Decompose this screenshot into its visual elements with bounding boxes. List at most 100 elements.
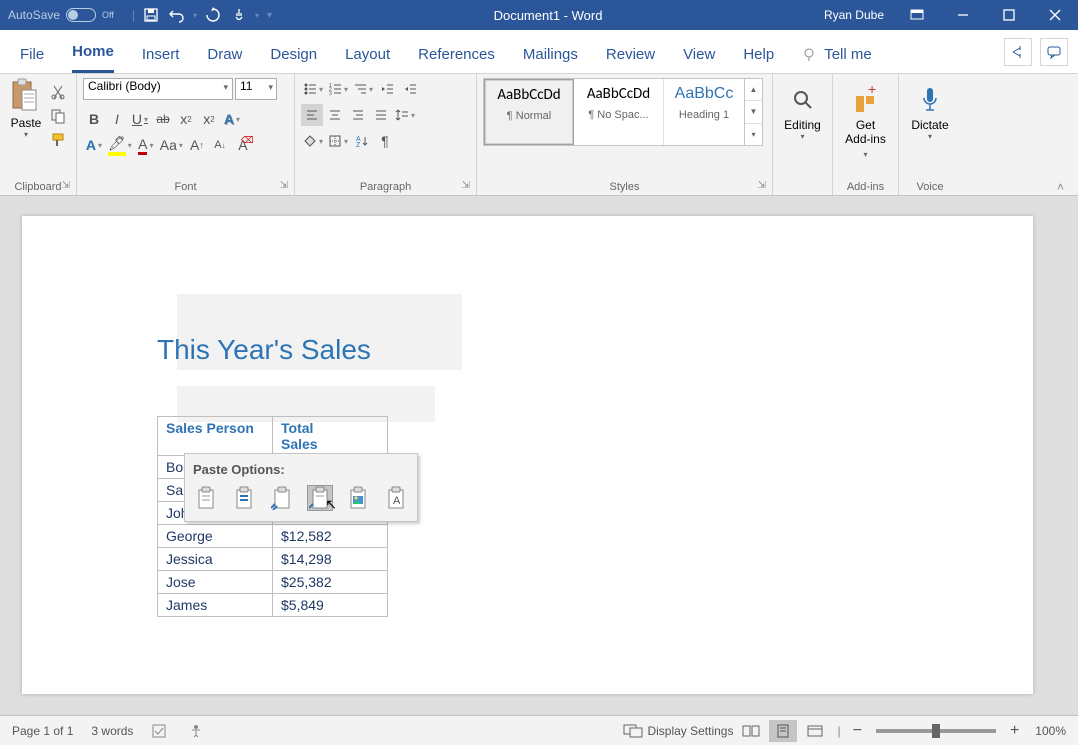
document-area[interactable]: This Year's Sales Sales Person TotalSale… <box>0 196 1078 715</box>
paragraph-launcher[interactable]: ⇲ <box>462 180 470 191</box>
zoom-out-button[interactable]: − <box>849 722 866 740</box>
subscript-button[interactable]: x2 <box>175 108 197 130</box>
numbering-button[interactable]: 123 <box>326 78 350 100</box>
font-launcher[interactable]: ⇲ <box>280 180 288 191</box>
align-left-button[interactable] <box>301 104 323 126</box>
align-center-button[interactable] <box>324 104 346 126</box>
styles-launcher[interactable]: ⇲ <box>758 180 766 191</box>
tell-me-search[interactable]: Tell me <box>802 36 872 73</box>
tab-layout[interactable]: Layout <box>345 36 390 73</box>
show-hide-button[interactable]: ¶ <box>374 130 396 152</box>
maximize-button[interactable] <box>986 0 1032 30</box>
page[interactable]: This Year's Sales Sales Person TotalSale… <box>22 216 1033 694</box>
text-effects-button[interactable]: A <box>221 108 243 130</box>
paste-button[interactable]: Paste ▾ <box>6 78 46 139</box>
shrink-font-button[interactable]: A↓ <box>209 134 231 156</box>
align-right-button[interactable] <box>347 104 369 126</box>
quick-access-toolbar: | ▾ ▾ ▾ <box>122 3 282 27</box>
paste-link-use-destination-button[interactable]: ↖ <box>307 485 333 511</box>
bold-button[interactable]: B <box>83 108 105 130</box>
redo-button[interactable] <box>201 3 225 27</box>
collapse-ribbon-button[interactable]: ˄ <box>1057 180 1064 705</box>
spellcheck-button[interactable] <box>151 723 169 739</box>
accessibility-button[interactable] <box>187 723 205 739</box>
user-name[interactable]: Ryan Dube <box>814 8 894 22</box>
styles-more-button[interactable]: ▾ <box>745 124 762 145</box>
comments-button[interactable] <box>1040 38 1068 66</box>
svg-text:Z: Z <box>356 142 361 148</box>
save-button[interactable] <box>139 3 163 27</box>
shading-button[interactable] <box>301 130 325 152</box>
line-spacing-button[interactable] <box>393 104 417 126</box>
tab-file[interactable]: File <box>20 36 44 73</box>
clipboard-launcher[interactable]: ⇲ <box>62 180 70 191</box>
editing-button[interactable]: Editing ▾ <box>779 78 826 145</box>
paste-link-keep-source-button[interactable] <box>269 485 295 511</box>
tab-references[interactable]: References <box>418 36 495 73</box>
superscript-button[interactable]: x2 <box>198 108 220 130</box>
ribbon-display-button[interactable] <box>894 0 940 30</box>
tab-draw[interactable]: Draw <box>207 36 242 73</box>
borders-button[interactable] <box>326 130 350 152</box>
paste-text-only-button[interactable]: A <box>383 485 409 511</box>
table-header[interactable]: Sales Person <box>158 417 273 456</box>
tab-mailings[interactable]: Mailings <box>523 36 578 73</box>
print-layout-button[interactable] <box>769 720 797 742</box>
increase-indent-button[interactable] <box>399 78 421 100</box>
underline-button[interactable]: U <box>129 108 151 130</box>
paste-keep-source-button[interactable] <box>193 485 219 511</box>
multilevel-list-button[interactable] <box>351 78 375 100</box>
style-heading1[interactable]: AaBbCc Heading 1 <box>664 79 744 145</box>
tab-home[interactable]: Home <box>72 33 114 73</box>
italic-button[interactable]: I <box>106 108 128 130</box>
highlight-button[interactable]: 🖊 <box>106 134 134 156</box>
format-painter-button[interactable] <box>48 130 68 150</box>
tab-design[interactable]: Design <box>270 36 317 73</box>
cut-button[interactable] <box>48 82 68 102</box>
display-settings-button[interactable]: Display Settings <box>623 724 733 738</box>
zoom-slider[interactable] <box>876 729 996 733</box>
web-layout-button[interactable] <box>801 720 829 742</box>
styles-down-button[interactable]: ▼ <box>745 101 762 123</box>
minimize-button[interactable] <box>940 0 986 30</box>
font-size-combo[interactable]: 11▾ <box>235 78 277 100</box>
font-color-button[interactable]: A <box>135 134 157 156</box>
strikethrough-button[interactable]: ab <box>152 108 174 130</box>
style-normal[interactable]: AaBbCcDd ¶ Normal <box>484 79 574 145</box>
title-bar: AutoSave Off | ▾ ▾ ▾ Document1 - Word Ry… <box>0 0 1078 30</box>
font-name-combo[interactable]: Calibri (Body)▾ <box>83 78 233 100</box>
document-heading[interactable]: This Year's Sales <box>157 334 371 366</box>
share-button[interactable] <box>1004 38 1032 66</box>
grow-font-button[interactable]: A↑ <box>186 134 208 156</box>
decrease-indent-button[interactable] <box>376 78 398 100</box>
tab-insert[interactable]: Insert <box>142 36 180 73</box>
tab-view[interactable]: View <box>683 36 715 73</box>
word-count[interactable]: 3 words <box>91 724 133 738</box>
touch-mode-button[interactable] <box>227 3 251 27</box>
change-case-button[interactable]: Aa <box>158 134 185 156</box>
get-addins-button[interactable]: + Get Add-ins ▾ <box>839 78 892 164</box>
styles-up-button[interactable]: ▲ <box>745 79 762 101</box>
table-header[interactable]: TotalSales <box>273 417 388 456</box>
autosave-state: Off <box>102 10 114 20</box>
copy-button[interactable] <box>48 106 68 126</box>
clear-formatting-button[interactable]: A⌫ <box>232 134 254 156</box>
paste-picture-button[interactable] <box>345 485 371 511</box>
sort-button[interactable]: AZ <box>351 130 373 152</box>
tab-help[interactable]: Help <box>743 36 774 73</box>
zoom-in-button[interactable]: + <box>1006 722 1023 740</box>
close-button[interactable] <box>1032 0 1078 30</box>
read-mode-button[interactable] <box>737 720 765 742</box>
style-no-spacing[interactable]: AaBbCcDd ¶ No Spac... <box>574 79 664 145</box>
autosave-toggle[interactable]: AutoSave Off <box>0 8 122 22</box>
text-fill-effects-button[interactable]: A <box>83 134 105 156</box>
page-indicator[interactable]: Page 1 of 1 <box>12 724 73 738</box>
zoom-level[interactable]: 100% <box>1027 724 1066 738</box>
paste-use-destination-button[interactable] <box>231 485 257 511</box>
undo-button[interactable] <box>165 3 189 27</box>
dictate-button[interactable]: Dictate ▾ <box>905 78 955 145</box>
styles-gallery[interactable]: AaBbCcDd ¶ Normal AaBbCcDd ¶ No Spac... … <box>483 78 763 146</box>
tab-review[interactable]: Review <box>606 36 655 73</box>
justify-button[interactable] <box>370 104 392 126</box>
bullets-button[interactable] <box>301 78 325 100</box>
